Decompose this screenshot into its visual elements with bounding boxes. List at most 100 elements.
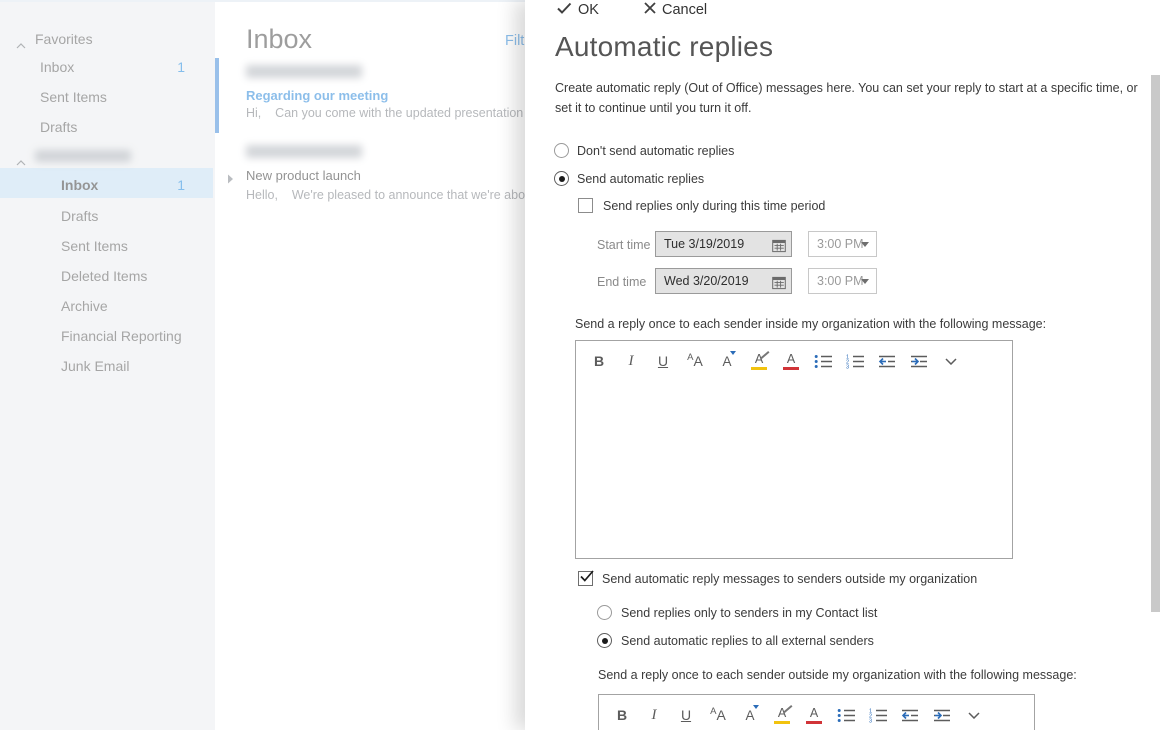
sidebar-item-drafts[interactable]: Drafts — [0, 208, 215, 232]
sidebar-item-junk-email[interactable]: Junk Email — [0, 358, 215, 382]
folder-label: Deleted Items — [61, 268, 147, 284]
increase-indent-button[interactable] — [909, 350, 929, 372]
filter-link[interactable]: Filter — [505, 33, 525, 49]
font-size-button[interactable]: A — [740, 704, 760, 726]
radio-send[interactable] — [554, 171, 569, 186]
caret-down-icon — [730, 351, 736, 355]
radio-contacts-only[interactable] — [597, 605, 612, 620]
calendar-icon — [772, 274, 786, 298]
end-date-field[interactable]: Wed 3/20/2019 — [655, 268, 792, 294]
checkbox-outside-senders[interactable] — [578, 571, 593, 586]
font-color-button[interactable]: A — [804, 704, 824, 726]
message-preview: Hello, We're pleased to announce that we… — [246, 188, 525, 202]
inside-reply-editor: B I U AA A A A 123 — [575, 340, 1013, 559]
end-time-dropdown[interactable]: 3:00 PM — [808, 268, 877, 294]
automatic-replies-panel: OK Cancel Automatic replies Create autom… — [525, 0, 1165, 730]
cancel-label: Cancel — [662, 2, 707, 18]
checkmark-icon — [557, 2, 572, 18]
highlight-color-button[interactable]: A — [749, 350, 769, 372]
unread-indicator-bar — [215, 58, 219, 133]
underline-button[interactable]: U — [676, 704, 696, 726]
radio-all-external[interactable] — [597, 633, 612, 648]
svg-text:3: 3 — [869, 718, 872, 723]
italic-button[interactable]: I — [621, 350, 641, 372]
folder-label: Financial Reporting — [61, 328, 182, 344]
folder-label: Drafts — [61, 208, 98, 224]
numbered-list-icon: 123 — [846, 354, 865, 369]
radio-dont-send[interactable] — [554, 143, 569, 158]
radio-contacts-only-label[interactable]: Send replies only to senders in my Conta… — [621, 606, 877, 620]
bullet-list-button[interactable] — [836, 704, 856, 726]
highlight-color-button[interactable]: A — [772, 704, 792, 726]
more-formatting-button[interactable] — [941, 350, 961, 372]
inbox-title: Inbox — [246, 24, 312, 55]
highlight-yellow-bar — [774, 721, 790, 724]
sidebar-section-favorites[interactable]: Favorites — [0, 31, 215, 55]
underline-button[interactable]: U — [653, 350, 673, 372]
inside-message-label: Send a reply once to each sender inside … — [575, 317, 1046, 331]
sidebar-item-archive[interactable]: Archive — [0, 298, 215, 322]
decrease-indent-button[interactable] — [900, 704, 920, 726]
expand-conversation-icon[interactable] — [227, 171, 234, 189]
outside-message-label: Send a reply once to each sender outside… — [598, 668, 1077, 682]
checkbox-time-period-label[interactable]: Send replies only during this time perio… — [603, 199, 825, 213]
highlight-yellow-bar — [751, 367, 767, 370]
italic-button[interactable]: I — [644, 704, 664, 726]
sidebar-item-sent-items[interactable]: Sent Items — [0, 238, 215, 262]
sidebar-item-drafts-favorites[interactable]: Drafts — [0, 119, 215, 143]
ok-label: OK — [578, 2, 599, 18]
start-time-dropdown[interactable]: 3:00 PM — [808, 231, 877, 257]
sidebar-item-inbox[interactable]: Inbox 1 — [0, 177, 215, 201]
caret-down-icon — [753, 705, 759, 709]
panel-scrollbar-thumb[interactable] — [1151, 75, 1160, 612]
checkbox-outside-senders-label[interactable]: Send automatic reply messages to senders… — [602, 572, 977, 586]
radio-all-external-label[interactable]: Send automatic replies to all external s… — [621, 634, 874, 648]
ok-button[interactable]: OK — [557, 1, 599, 19]
inside-reply-textarea[interactable] — [576, 377, 1012, 558]
font-color-button[interactable]: A — [781, 350, 801, 372]
decrease-indent-icon — [900, 708, 920, 723]
sidebar-section-account[interactable] — [0, 148, 215, 172]
folder-sidebar: Favorites Inbox 1 Sent Items Drafts Inbo… — [0, 0, 215, 730]
checkbox-time-period[interactable] — [578, 198, 593, 213]
outlook-mail-app: Favorites Inbox 1 Sent Items Drafts Inbo… — [0, 0, 1165, 730]
bold-button[interactable]: B — [589, 350, 609, 372]
numbered-list-button[interactable]: 123 — [868, 704, 888, 726]
font-color-red-bar — [783, 367, 799, 370]
bullet-list-button[interactable] — [813, 350, 833, 372]
sidebar-item-deleted-items[interactable]: Deleted Items — [0, 268, 215, 292]
increase-indent-button[interactable] — [932, 704, 952, 726]
sidebar-item-financial-reporting[interactable]: Financial Reporting — [0, 328, 215, 352]
decrease-indent-button[interactable] — [877, 350, 897, 372]
start-time-value: 3:00 PM — [817, 237, 864, 251]
cancel-button[interactable]: Cancel — [644, 1, 707, 19]
numbered-list-icon: 123 — [869, 708, 888, 723]
start-date-value: Tue 3/19/2019 — [664, 237, 744, 251]
radio-dont-send-label[interactable]: Don't send automatic replies — [577, 144, 734, 158]
end-time-label: End time — [597, 275, 646, 289]
increase-indent-icon — [932, 708, 952, 723]
font-name-button[interactable]: AA — [685, 350, 705, 372]
folder-label: Archive — [61, 298, 108, 314]
panel-description: Create automatic reply (Out of Office) m… — [555, 78, 1147, 118]
chevron-down-icon — [861, 279, 869, 284]
decrease-indent-icon — [877, 354, 897, 369]
message-subject: Regarding our meeting — [246, 88, 388, 103]
start-date-field[interactable]: Tue 3/19/2019 — [655, 231, 792, 257]
end-date-value: Wed 3/20/2019 — [664, 274, 749, 288]
top-border — [0, 0, 525, 2]
sidebar-item-inbox-favorites[interactable]: Inbox 1 — [0, 59, 215, 83]
bold-button[interactable]: B — [612, 704, 632, 726]
close-icon — [644, 2, 656, 18]
chevron-up-icon — [16, 36, 26, 54]
folder-label: Inbox — [40, 59, 74, 75]
numbered-list-button[interactable]: 123 — [845, 350, 865, 372]
sidebar-item-sent-items-favorites[interactable]: Sent Items — [0, 89, 215, 113]
chevron-up-icon — [16, 153, 26, 171]
font-name-button[interactable]: AA — [708, 704, 728, 726]
more-formatting-button[interactable] — [964, 704, 984, 726]
radio-send-label[interactable]: Send automatic replies — [577, 172, 704, 186]
font-size-button[interactable]: A — [717, 350, 737, 372]
page-title: Automatic replies — [555, 31, 773, 63]
end-time-value: 3:00 PM — [817, 274, 864, 288]
